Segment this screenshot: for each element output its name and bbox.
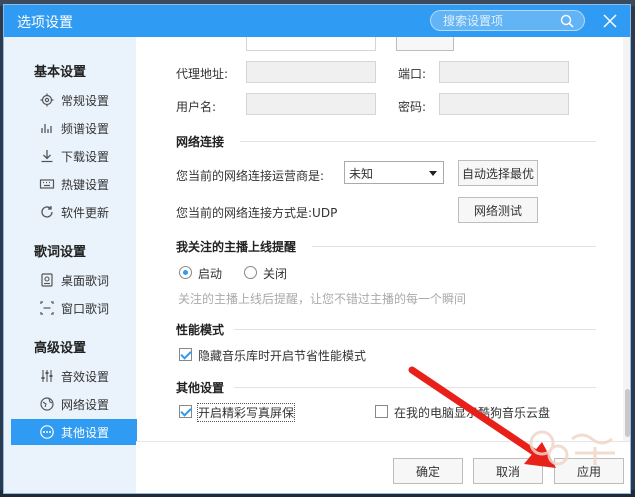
keyboard-icon bbox=[39, 179, 55, 189]
sidebar-item-label: 网络设置 bbox=[61, 398, 110, 412]
network-section-title: 网络连接 bbox=[176, 135, 225, 149]
proxy-address-label: 代理地址: bbox=[176, 67, 229, 81]
proxy-password-input[interactable] bbox=[439, 93, 569, 115]
proxy-test-button[interactable] bbox=[396, 37, 454, 51]
divider bbox=[234, 329, 596, 330]
close-icon[interactable] bbox=[602, 13, 618, 29]
network-test-button[interactable]: 网络测试 bbox=[458, 197, 538, 223]
sidebar-item-general[interactable]: 常规设置 bbox=[11, 87, 137, 113]
performance-mode-label: 隐藏音乐库时开启节省性能模式 bbox=[198, 349, 367, 363]
cloud-disk-checkbox[interactable] bbox=[375, 405, 388, 418]
host-alert-on-radio[interactable] bbox=[179, 266, 192, 279]
divider bbox=[234, 387, 596, 388]
settings-content: 代理地址: 端口: 用户名: 密码: 网络连接 您当前的网络连接运营商是: 未知… bbox=[136, 37, 624, 441]
globe-icon bbox=[40, 397, 54, 411]
section-advanced-settings: 高级设置 bbox=[34, 341, 87, 356]
cloud-disk-label: 在我的电脑显示酷狗音乐云盘 bbox=[394, 406, 551, 420]
proxy-username-input[interactable] bbox=[246, 93, 376, 115]
chevron-down-icon bbox=[429, 171, 437, 176]
connection-mode-label: 您当前的网络连接方式是:UDP bbox=[176, 206, 338, 220]
isp-select-value: 未知 bbox=[349, 167, 374, 181]
content-scrollbar[interactable] bbox=[623, 37, 630, 441]
host-alert-off-label: 关闭 bbox=[263, 267, 288, 281]
divider bbox=[240, 141, 596, 142]
scrollbar-thumb[interactable] bbox=[625, 389, 630, 437]
dialog-footer: 确定 取消 应用 bbox=[136, 441, 630, 493]
performance-section-title: 性能模式 bbox=[176, 323, 225, 337]
apply-button[interactable]: 应用 bbox=[554, 458, 624, 484]
auto-select-best-button[interactable]: 自动选择最优 bbox=[458, 160, 538, 186]
sidebar-item-label: 热键设置 bbox=[61, 178, 110, 192]
screensaver-checkbox[interactable] bbox=[179, 405, 192, 418]
window-lyrics-icon bbox=[40, 301, 54, 315]
isp-select[interactable]: 未知 bbox=[344, 161, 444, 184]
sidebar-item-label: 桌面歌词 bbox=[61, 274, 110, 288]
update-icon bbox=[41, 206, 53, 218]
cancel-button[interactable]: 取消 bbox=[473, 458, 543, 484]
dialog-title: 选项设置 bbox=[17, 15, 73, 31]
sidebar-item-label: 窗口歌词 bbox=[61, 302, 110, 316]
sidebar-item-download[interactable]: 下载设置 bbox=[11, 143, 137, 169]
sidebar-item-label: 音效设置 bbox=[61, 370, 110, 384]
options-dialog: 选项设置 基本设置 常规设置 频谱设置 下载设置 热键设 bbox=[3, 4, 631, 494]
proxy-port-label: 端口: bbox=[398, 67, 427, 81]
equalizer-icon bbox=[41, 370, 53, 382]
search-icon[interactable] bbox=[560, 14, 574, 28]
spectrum-icon bbox=[41, 124, 52, 133]
sidebar-item-label: 常规设置 bbox=[61, 94, 110, 108]
sidebar-item-other[interactable]: 其他设置 bbox=[11, 419, 137, 445]
sidebar-item-label: 下载设置 bbox=[61, 150, 110, 164]
host-alert-section-title: 我关注的主播上线提醒 bbox=[176, 240, 297, 254]
sidebar-item-sound-effects[interactable]: 音效设置 bbox=[11, 363, 137, 389]
gear-icon bbox=[40, 93, 54, 107]
more-icon bbox=[40, 425, 54, 439]
host-alert-hint: 关注的主播上线后提醒，让您不错过主播的每一个瞬间 bbox=[178, 292, 467, 306]
host-alert-on-label: 启动 bbox=[198, 267, 223, 281]
host-alert-off-radio[interactable] bbox=[244, 266, 257, 279]
proxy-port-input[interactable] bbox=[439, 61, 569, 83]
sidebar-item-update[interactable]: 软件更新 bbox=[11, 199, 137, 225]
settings-search[interactable] bbox=[430, 10, 585, 31]
sidebar-item-label: 频谱设置 bbox=[61, 122, 110, 136]
search-input[interactable] bbox=[443, 13, 558, 29]
sidebar-item-label: 软件更新 bbox=[61, 206, 110, 220]
section-basic-settings: 基本设置 bbox=[34, 65, 87, 80]
sidebar-item-window-lyrics[interactable]: 窗口歌词 bbox=[11, 295, 137, 321]
section-lyrics-settings: 歌词设置 bbox=[34, 245, 87, 260]
title-bar: 选项设置 bbox=[4, 5, 630, 37]
sidebar-item-network[interactable]: 网络设置 bbox=[11, 391, 137, 417]
sidebar-item-spectrum[interactable]: 频谱设置 bbox=[11, 115, 137, 141]
sidebar-item-hotkey[interactable]: 热键设置 bbox=[11, 171, 137, 197]
ok-button[interactable]: 确定 bbox=[393, 458, 463, 484]
proxy-username-label: 用户名: bbox=[176, 100, 217, 114]
settings-sidebar: 基本设置 常规设置 频谱设置 下载设置 热键设置 软件更新 歌词设置 桌面歌词 bbox=[4, 37, 137, 493]
divider bbox=[312, 246, 596, 247]
sidebar-item-label: 其他设置 bbox=[61, 426, 110, 440]
proxy-type-select[interactable] bbox=[246, 37, 376, 51]
sidebar-item-desktop-lyrics[interactable]: 桌面歌词 bbox=[11, 267, 137, 293]
proxy-password-label: 密码: bbox=[398, 100, 427, 114]
screensaver-label: 开启精彩写真屏保 bbox=[196, 403, 296, 422]
download-icon bbox=[41, 150, 53, 163]
desktop-lyrics-icon bbox=[41, 273, 53, 287]
isp-label: 您当前的网络连接运营商是: bbox=[176, 169, 325, 183]
performance-mode-checkbox[interactable] bbox=[179, 348, 192, 361]
proxy-address-input[interactable] bbox=[246, 61, 376, 83]
other-section-title: 其他设置 bbox=[176, 381, 225, 395]
